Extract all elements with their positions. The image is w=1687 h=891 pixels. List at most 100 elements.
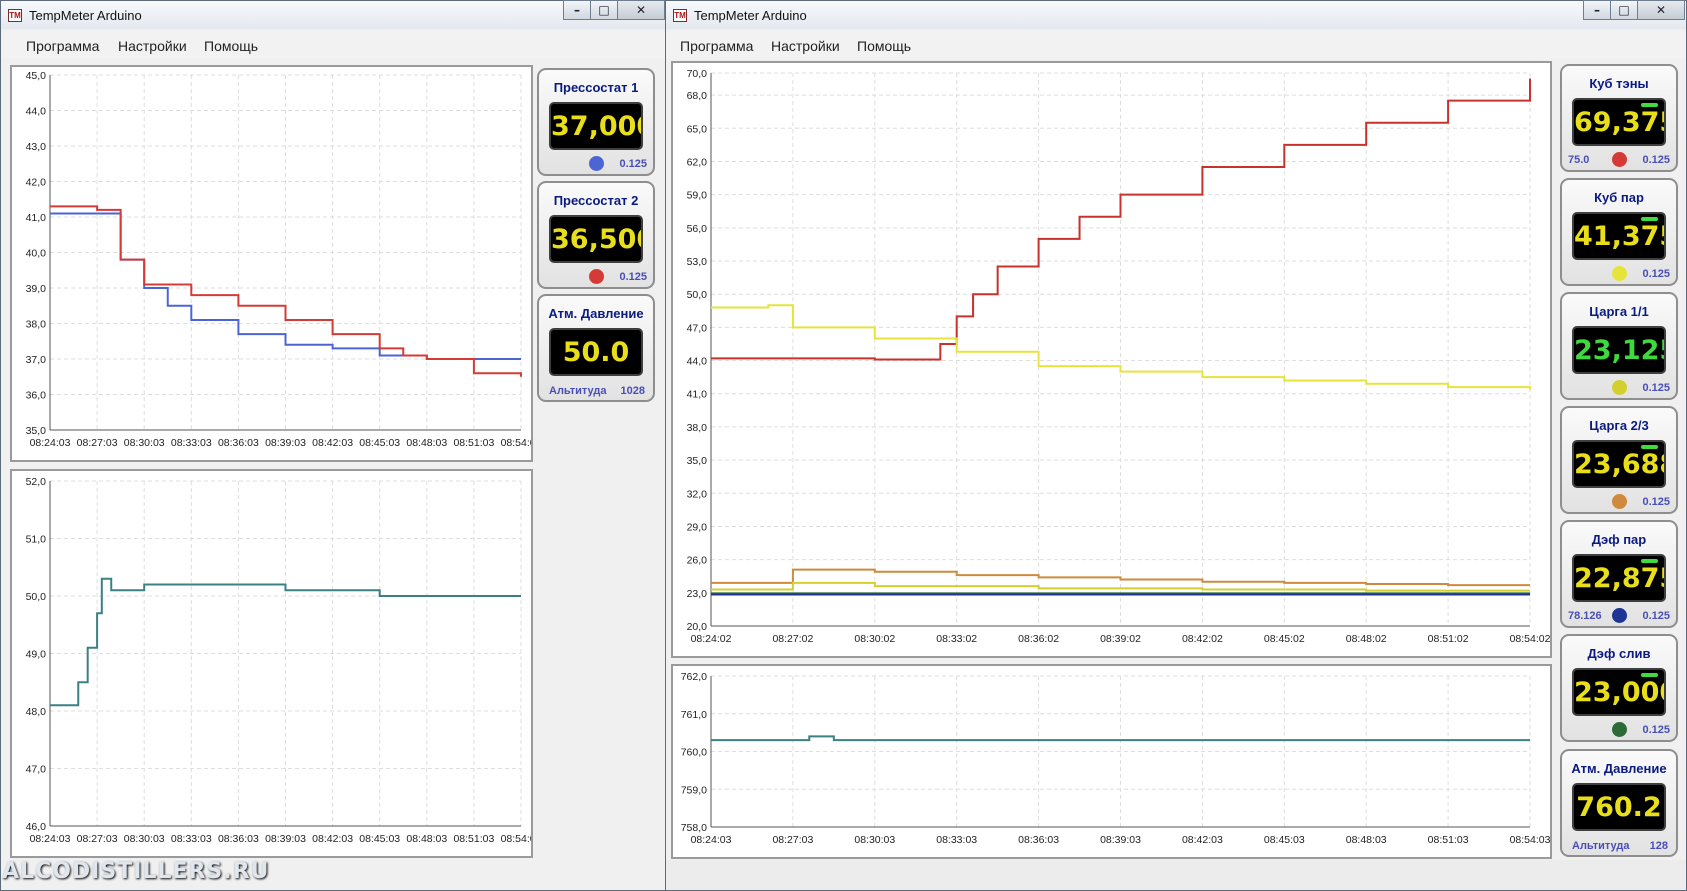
sensor-gauge[interactable]: Прессостат 2 36,500 0.125 bbox=[537, 181, 655, 289]
gauge-value: 50.0 bbox=[562, 337, 630, 368]
x-tick-label: 08:36:03 bbox=[218, 437, 259, 449]
y-tick-label: 762,0 bbox=[681, 671, 707, 683]
sensor-gauge[interactable]: Атм. Давление 50.0 Альтитуда 1028 bbox=[537, 294, 655, 402]
sensor-gauge[interactable]: Дэф пар 22,875 78.126 0.125 bbox=[1560, 520, 1678, 628]
y-tick-label: 51,0 bbox=[26, 534, 47, 546]
menu-help[interactable]: Помощь bbox=[204, 38, 258, 54]
y-tick-label: 44,0 bbox=[26, 106, 47, 118]
x-tick-label: 08:39:03 bbox=[265, 833, 306, 845]
y-tick-label: 46,0 bbox=[26, 821, 47, 833]
menu-settings[interactable]: Настройки bbox=[118, 38, 187, 54]
x-tick-label: 08:42:03 bbox=[312, 437, 353, 449]
x-tick-label: 08:39:03 bbox=[265, 437, 306, 449]
y-tick-label: 47,0 bbox=[26, 764, 47, 776]
x-tick-label: 08:39:02 bbox=[1100, 633, 1141, 645]
maximize-button[interactable]: □ bbox=[1610, 0, 1638, 20]
x-tick-label: 08:45:02 bbox=[1264, 633, 1305, 645]
y-tick-label: 35,0 bbox=[687, 455, 708, 467]
close-button[interactable]: ✕ bbox=[617, 0, 665, 20]
gauge-value: 41,375 bbox=[1574, 221, 1664, 252]
y-tick-label: 29,0 bbox=[687, 521, 708, 533]
x-tick-label: 08:24:03 bbox=[30, 833, 71, 845]
gauge-title: Прессостат 1 bbox=[553, 80, 639, 95]
series-color-dot[interactable] bbox=[1612, 494, 1627, 509]
gauge-title: Дэф пар bbox=[1591, 532, 1647, 547]
y-tick-label: 62,0 bbox=[687, 156, 708, 168]
sensor-gauge[interactable]: Куб тэны 69,375 75.0 0.125 bbox=[1560, 64, 1678, 172]
y-tick-label: 39,0 bbox=[26, 283, 47, 295]
gauge-display: 37,000 bbox=[549, 102, 643, 150]
gauge-title: Атм. Давление bbox=[548, 306, 644, 321]
series-color-dot[interactable] bbox=[1612, 380, 1627, 395]
gauge-step: 0.125 bbox=[619, 158, 647, 170]
gauge-value: 23,688 bbox=[1574, 449, 1664, 480]
app-window-left: TM TempMeter Arduino Программа Настройки… bbox=[0, 0, 667, 891]
x-tick-label: 08:30:03 bbox=[854, 834, 895, 846]
x-tick-label: 08:36:03 bbox=[1018, 834, 1059, 846]
maximize-button[interactable]: □ bbox=[590, 0, 618, 20]
menu-settings[interactable]: Настройки bbox=[771, 38, 840, 54]
menubar: Программа Настройки Помощь bbox=[1, 31, 666, 59]
minimize-button[interactable]: – bbox=[563, 0, 591, 20]
x-tick-label: 08:54:02 bbox=[1510, 633, 1550, 645]
y-tick-label: 40,0 bbox=[26, 248, 47, 260]
y-tick-label: 50,0 bbox=[687, 289, 708, 301]
close-button[interactable]: ✕ bbox=[1637, 0, 1685, 20]
sensor-gauge[interactable]: Куб пар 41,375 0.125 bbox=[1560, 178, 1678, 286]
alarm-threshold: 75.0 bbox=[1568, 154, 1590, 166]
y-tick-label: 760,0 bbox=[681, 747, 707, 759]
y-tick-label: 759,0 bbox=[681, 784, 707, 796]
gauge-display: 69,375 bbox=[1572, 98, 1666, 146]
series-color-dot[interactable] bbox=[589, 156, 604, 171]
sensor-gauge[interactable]: Царга 2/3 23,688 0.125 bbox=[1560, 406, 1678, 514]
series-color-dot[interactable] bbox=[1612, 722, 1627, 737]
series-color-dot[interactable] bbox=[1612, 608, 1627, 623]
chart-pressure-left: 08:24:03 08:27:03 08:30:03 08:33:03 08:36:03… bbox=[10, 469, 533, 858]
sensor-gauge[interactable]: Атм. Давление 760.2 Альтитуда 128 bbox=[1560, 749, 1678, 857]
y-tick-label: 41,0 bbox=[687, 389, 708, 401]
x-tick-label: 08:51:02 bbox=[1428, 633, 1469, 645]
x-tick-label: 08:48:03 bbox=[1346, 834, 1387, 846]
chart-pressure-right: 08:24:03 08:27:03 08:30:03 08:33:03 08:36:03… bbox=[671, 664, 1552, 859]
menu-program[interactable]: Программа bbox=[26, 38, 99, 54]
altitude-label: Альтитуда bbox=[549, 385, 607, 397]
gauge-step: 0.125 bbox=[619, 271, 647, 283]
minimize-button[interactable]: – bbox=[1583, 0, 1611, 20]
sensor-gauge[interactable]: Прессостат 1 37,000 0.125 bbox=[537, 68, 655, 176]
gauge-title: Прессостат 2 bbox=[553, 193, 639, 208]
watermark: ALCODISTILLERS.RU bbox=[2, 859, 270, 884]
x-tick-label: 08:42:03 bbox=[312, 833, 353, 845]
series-color-dot[interactable] bbox=[1612, 266, 1627, 281]
sensor-gauge[interactable]: Дэф слив 23,000 0.125 bbox=[1560, 634, 1678, 742]
x-tick-label: 08:27:03 bbox=[772, 834, 813, 846]
y-tick-label: 37,0 bbox=[26, 354, 47, 366]
gauge-title: Куб тэны bbox=[1589, 76, 1649, 91]
gauge-value: 69,375 bbox=[1574, 107, 1664, 138]
sensor-gauge[interactable]: Царга 1/1 23,125 0.125 bbox=[1560, 292, 1678, 400]
gauge-display: 23,125 bbox=[1572, 326, 1666, 374]
x-tick-label: 08:48:03 bbox=[406, 437, 447, 449]
app-window-right: TM TempMeter Arduino Программа Настройки… bbox=[665, 0, 1687, 891]
y-tick-label: 47,0 bbox=[687, 322, 708, 334]
menu-program[interactable]: Программа bbox=[680, 38, 753, 54]
titlebar[interactable]: TM TempMeter Arduino bbox=[666, 1, 1686, 29]
x-tick-label: 08:51:03 bbox=[453, 437, 494, 449]
gauge-step: 0.125 bbox=[1642, 382, 1670, 394]
y-tick-label: 56,0 bbox=[687, 223, 708, 235]
y-tick-label: 52,0 bbox=[26, 476, 47, 488]
gauge-value: 23,125 bbox=[1574, 335, 1664, 366]
y-tick-label: 758,0 bbox=[681, 822, 707, 834]
chart-temperature-right: 08:24:02 08:27:02 08:30:02 08:33:02 08:36:02… bbox=[671, 61, 1552, 658]
y-tick-label: 38,0 bbox=[26, 319, 47, 331]
gauge-title: Дэф слив bbox=[1587, 646, 1651, 661]
gauge-display: 41,375 bbox=[1572, 212, 1666, 260]
x-tick-label: 08:27:03 bbox=[77, 833, 118, 845]
x-tick-label: 08:54:03 bbox=[501, 833, 531, 845]
menu-help[interactable]: Помощь bbox=[857, 38, 911, 54]
series-color-dot[interactable] bbox=[1612, 152, 1627, 167]
x-tick-label: 08:45:03 bbox=[1264, 834, 1305, 846]
y-tick-label: 20,0 bbox=[687, 621, 708, 633]
series-color-dot[interactable] bbox=[589, 269, 604, 284]
y-tick-label: 49,0 bbox=[26, 649, 47, 661]
y-tick-label: 43,0 bbox=[26, 141, 47, 153]
